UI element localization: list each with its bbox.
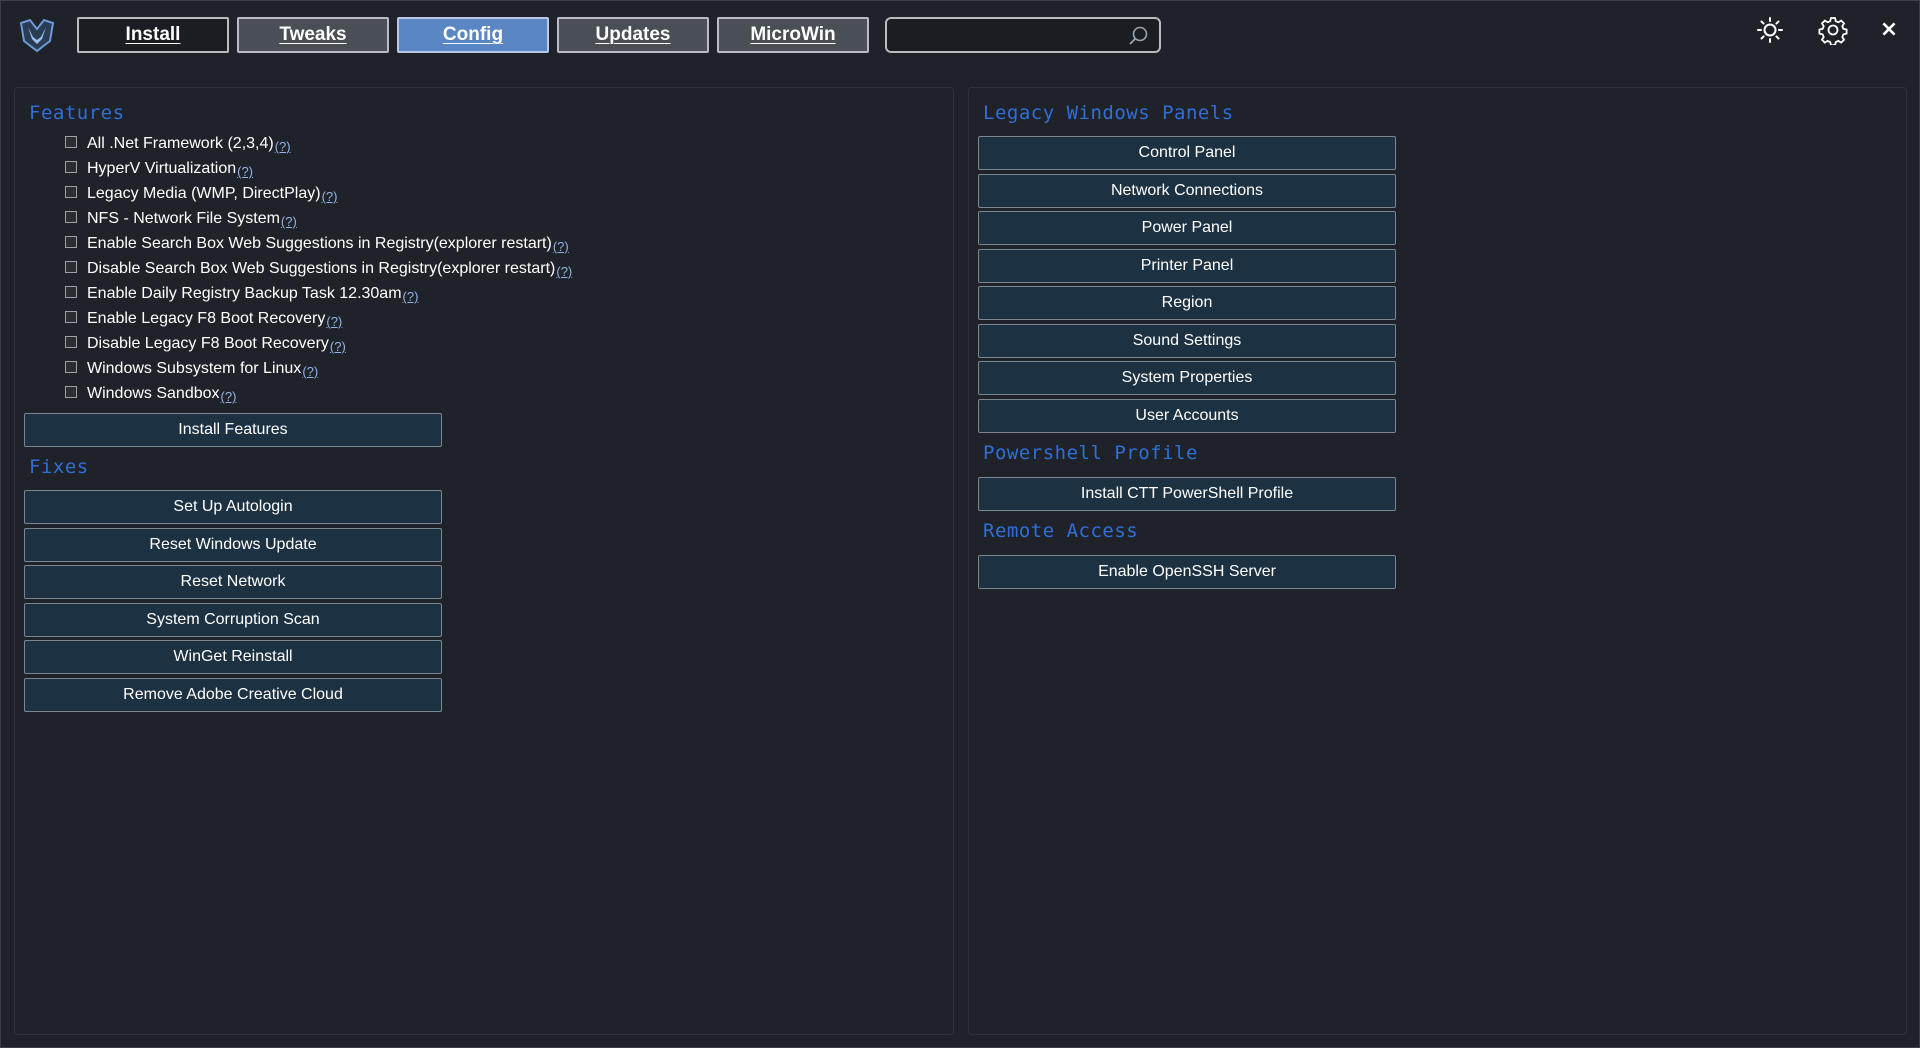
- feature-item-wsl[interactable]: Windows Subsystem for Linux(?): [65, 358, 318, 380]
- app-window: Install Tweaks Config Updates MicroWin ×…: [0, 0, 1920, 1048]
- legacy-panels-title: Legacy Windows Panels: [983, 102, 1234, 124]
- logo-icon: [19, 18, 55, 53]
- winget-reinstall-button[interactable]: WinGet Reinstall: [24, 640, 442, 674]
- help-link[interactable]: (?): [553, 239, 569, 254]
- help-link[interactable]: (?): [302, 364, 318, 379]
- install-features-button[interactable]: Install Features: [24, 413, 442, 447]
- checkbox[interactable]: [65, 211, 77, 224]
- feature-label: Enable Search Box Web Suggestions in Reg…: [87, 235, 552, 252]
- set-up-autologin-button[interactable]: Set Up Autologin: [24, 490, 442, 524]
- feature-item-enable-search-suggestions[interactable]: Enable Search Box Web Suggestions in Reg…: [65, 233, 569, 255]
- enable-openssh-button[interactable]: Enable OpenSSH Server: [978, 555, 1396, 589]
- help-link[interactable]: (?): [281, 214, 297, 229]
- theme-toggle-icon[interactable]: [1755, 15, 1785, 45]
- feature-item-enable-f8[interactable]: Enable Legacy F8 Boot Recovery(?): [65, 308, 342, 330]
- checkbox[interactable]: [65, 161, 77, 174]
- feature-label: Disable Search Box Web Suggestions in Re…: [87, 260, 556, 277]
- checkbox[interactable]: [65, 261, 77, 274]
- top-bar: Install Tweaks Config Updates MicroWin ×: [1, 1, 1919, 71]
- checkbox[interactable]: [65, 336, 77, 349]
- feature-item-sandbox[interactable]: Windows Sandbox(?): [65, 383, 236, 405]
- checkbox[interactable]: [65, 186, 77, 199]
- reset-windows-update-button[interactable]: Reset Windows Update: [24, 528, 442, 562]
- features-title: Features: [29, 102, 125, 124]
- tab-tweaks-label: Tweaks: [279, 24, 347, 45]
- feature-item-registry-backup[interactable]: Enable Daily Registry Backup Task 12.30a…: [65, 283, 418, 305]
- help-link[interactable]: (?): [322, 189, 338, 204]
- tab-install[interactable]: Install: [77, 17, 229, 53]
- feature-item-hyperv[interactable]: HyperV Virtualization(?): [65, 158, 253, 180]
- help-link[interactable]: (?): [275, 139, 291, 154]
- search-box: [885, 17, 1161, 53]
- checkbox[interactable]: [65, 311, 77, 324]
- help-link[interactable]: (?): [403, 289, 419, 304]
- help-link[interactable]: (?): [330, 339, 346, 354]
- reset-network-button[interactable]: Reset Network: [24, 565, 442, 599]
- feature-label: NFS - Network File System: [87, 210, 280, 227]
- install-ctt-profile-button[interactable]: Install CTT PowerShell Profile: [978, 477, 1396, 511]
- remote-access-title: Remote Access: [983, 520, 1139, 542]
- close-icon[interactable]: ×: [1877, 15, 1901, 45]
- help-link[interactable]: (?): [237, 164, 253, 179]
- help-link[interactable]: (?): [556, 264, 572, 279]
- feature-item-nfs[interactable]: NFS - Network File System(?): [65, 208, 297, 230]
- feature-label: All .Net Framework (2,3,4): [87, 135, 274, 152]
- feature-label: Enable Daily Registry Backup Task 12.30a…: [87, 285, 402, 302]
- feature-item-disable-f8[interactable]: Disable Legacy F8 Boot Recovery(?): [65, 333, 346, 355]
- feature-item-legacy-media[interactable]: Legacy Media (WMP, DirectPlay)(?): [65, 183, 337, 205]
- search-icon[interactable]: [1127, 25, 1149, 47]
- power-panel-button[interactable]: Power Panel: [978, 211, 1396, 245]
- system-corruption-scan-button[interactable]: System Corruption Scan: [24, 603, 442, 637]
- settings-gear-icon[interactable]: [1818, 15, 1848, 45]
- feature-label: Enable Legacy F8 Boot Recovery: [87, 310, 326, 327]
- tab-updates-label: Updates: [595, 24, 671, 45]
- checkbox[interactable]: [65, 286, 77, 299]
- tab-install-label: Install: [125, 24, 181, 45]
- checkbox[interactable]: [65, 386, 77, 399]
- feature-label: Windows Sandbox: [87, 385, 220, 402]
- remove-adobe-cc-button[interactable]: Remove Adobe Creative Cloud: [24, 678, 442, 712]
- feature-item-dotnet[interactable]: All .Net Framework (2,3,4)(?): [65, 133, 291, 155]
- right-panel: Legacy Windows Panels Control Panel Netw…: [968, 87, 1907, 1035]
- system-properties-button[interactable]: System Properties: [978, 361, 1396, 395]
- feature-label: Legacy Media (WMP, DirectPlay): [87, 185, 321, 202]
- user-accounts-button[interactable]: User Accounts: [978, 399, 1396, 433]
- network-connections-button[interactable]: Network Connections: [978, 174, 1396, 208]
- tab-tweaks[interactable]: Tweaks: [237, 17, 389, 53]
- powershell-profile-title: Powershell Profile: [983, 442, 1198, 464]
- tab-config[interactable]: Config: [397, 17, 549, 53]
- checkbox[interactable]: [65, 136, 77, 149]
- sound-settings-button[interactable]: Sound Settings: [978, 324, 1396, 358]
- feature-item-disable-search-suggestions[interactable]: Disable Search Box Web Suggestions in Re…: [65, 258, 572, 280]
- feature-label: HyperV Virtualization: [87, 160, 237, 177]
- search-input[interactable]: [895, 23, 1119, 49]
- left-panel: Features All .Net Framework (2,3,4)(?) H…: [14, 87, 954, 1035]
- help-link[interactable]: (?): [326, 314, 342, 329]
- tab-updates[interactable]: Updates: [557, 17, 709, 53]
- tab-microwin[interactable]: MicroWin: [717, 17, 869, 53]
- checkbox[interactable]: [65, 236, 77, 249]
- feature-label: Windows Subsystem for Linux: [87, 360, 302, 377]
- fixes-title: Fixes: [29, 456, 89, 478]
- tab-microwin-label: MicroWin: [750, 24, 836, 45]
- checkbox[interactable]: [65, 361, 77, 374]
- help-link[interactable]: (?): [221, 389, 237, 404]
- feature-label: Disable Legacy F8 Boot Recovery: [87, 335, 329, 352]
- printer-panel-button[interactable]: Printer Panel: [978, 249, 1396, 283]
- control-panel-button[interactable]: Control Panel: [978, 136, 1396, 170]
- tab-config-label: Config: [442, 24, 504, 45]
- region-button[interactable]: Region: [978, 286, 1396, 320]
